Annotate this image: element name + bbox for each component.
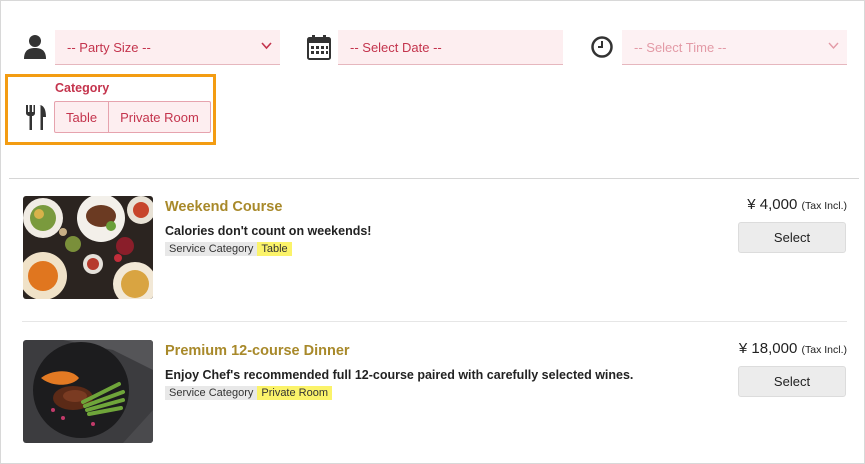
course-description: Calories don't count on weekends! (165, 224, 372, 238)
category-option-private-room[interactable]: Private Room (108, 102, 210, 132)
date-select[interactable]: -- Select Date -- (338, 30, 563, 65)
time-value: -- Select Time -- (634, 39, 727, 55)
category-option-table[interactable]: Table (55, 102, 108, 132)
course-title[interactable]: Premium 12-course Dinner (165, 343, 350, 359)
tag-key: Service Category (165, 386, 258, 400)
price-amount: ¥ 4,000 (747, 196, 798, 213)
party-size-value: -- Party Size -- (67, 39, 151, 55)
chevron-down-icon (828, 42, 839, 50)
time-select[interactable]: -- Select Time -- (622, 30, 847, 65)
course-image (23, 340, 153, 443)
date-value: -- Select Date -- (350, 39, 442, 55)
tax-note: (Tax Incl.) (801, 344, 847, 356)
price-amount: ¥ 18,000 (738, 340, 798, 357)
tag-value: Private Room (257, 386, 333, 400)
course-description: Enjoy Chef's recommended full 12-course … (165, 368, 634, 382)
party-size-select[interactable]: -- Party Size -- (55, 30, 280, 65)
person-icon (22, 34, 48, 60)
course-price: ¥ 4,000 (Tax Incl.) (747, 196, 847, 213)
course-tags: Service Category Private Room (165, 386, 333, 400)
course-divider (22, 321, 847, 322)
tag-key: Service Category (165, 242, 258, 256)
tax-note: (Tax Incl.) (801, 200, 847, 212)
select-button[interactable]: Select (738, 366, 846, 397)
tag-value: Table (257, 242, 292, 256)
course-tags: Service Category Table (165, 242, 292, 256)
chevron-down-icon (261, 42, 272, 50)
course-price: ¥ 18,000 (Tax Incl.) (739, 340, 847, 357)
category-toggle-group: Table Private Room (54, 101, 211, 133)
calendar-icon (306, 34, 332, 60)
course-image (23, 196, 153, 299)
utensils-icon (24, 104, 48, 131)
clock-icon (590, 35, 614, 59)
category-label: Category (55, 81, 110, 95)
course-title[interactable]: Weekend Course (165, 199, 282, 215)
select-button[interactable]: Select (738, 222, 846, 253)
section-divider (9, 178, 859, 179)
